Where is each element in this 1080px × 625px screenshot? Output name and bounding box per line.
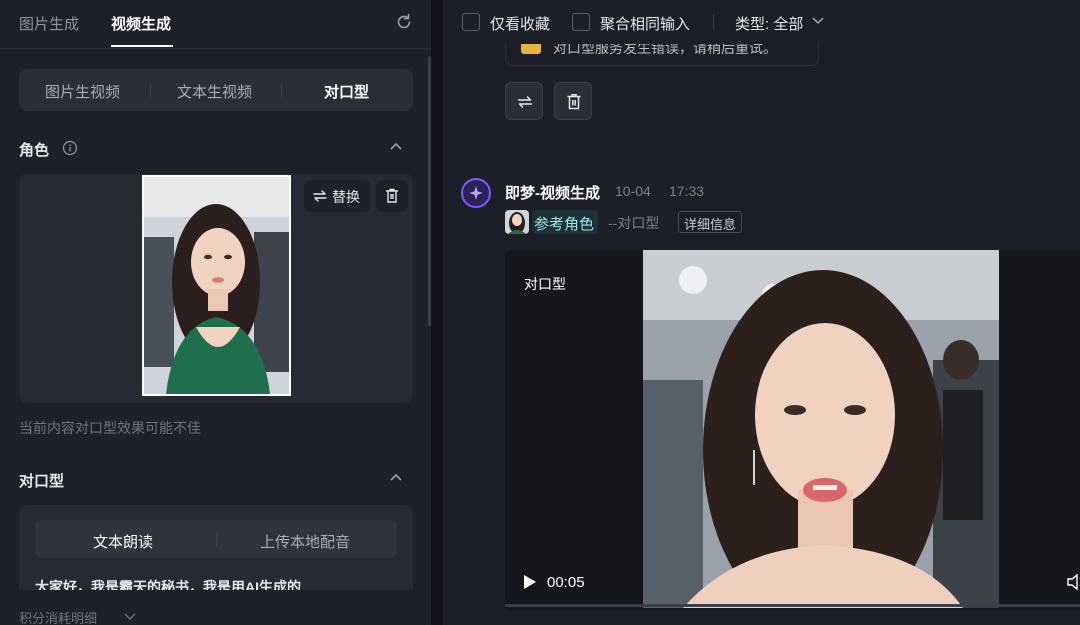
right-panel: 仅看收藏 聚合相同输入 类型: 全部 对口型服务发生错误，请稍后重试。 即梦-视… xyxy=(443,0,1080,625)
mode-separator xyxy=(150,83,151,97)
message-date: 10-04 xyxy=(615,183,651,199)
footer: 积分消耗明细 xyxy=(0,590,431,625)
favorites-label[interactable]: 仅看收藏 xyxy=(490,13,550,34)
tab-image-generation[interactable]: 图片生成 xyxy=(19,13,79,34)
tab-active-indicator xyxy=(111,45,173,47)
app-root: 图片生成 视频生成 图片生视频 文本生视频 对口型 角色 替换 当前内容对口型效… xyxy=(0,0,1080,625)
info-icon[interactable] xyxy=(62,140,78,156)
trash-icon xyxy=(386,188,398,203)
chevron-up-icon[interactable] xyxy=(389,142,403,152)
reference-mode: --对口型 xyxy=(608,215,660,231)
reference-image xyxy=(505,210,529,234)
trash-icon xyxy=(567,94,581,110)
video-progress-bar[interactable] xyxy=(505,604,1080,607)
lip-source-tabs: 文本朗读 上传本地配音 xyxy=(35,520,397,558)
details-button[interactable]: 详细信息 xyxy=(678,211,743,233)
favorites-checkbox[interactable] xyxy=(462,13,480,31)
merge-checkbox[interactable] xyxy=(572,13,590,31)
portrait-image xyxy=(144,177,289,394)
left-panel: 图片生成 视频生成 图片生视频 文本生视频 对口型 角色 替换 当前内容对口型效… xyxy=(0,0,431,625)
mode-tab-image-to-video[interactable]: 图片生视频 xyxy=(45,81,120,102)
filter-bar: 仅看收藏 聚合相同输入 类型: 全部 xyxy=(443,0,1080,44)
dreamina-avatar xyxy=(461,178,491,208)
filter-separator xyxy=(713,14,714,30)
video-image xyxy=(643,250,999,608)
mode-segmented-control: 图片生视频 文本生视频 对口型 xyxy=(19,69,413,111)
reference-thumbnail[interactable] xyxy=(505,210,529,234)
chevron-up-icon[interactable] xyxy=(389,473,403,483)
play-icon[interactable] xyxy=(523,574,537,590)
regenerate-button[interactable] xyxy=(505,82,543,120)
message-title: 即梦-视频生成 xyxy=(505,185,600,202)
swap-icon xyxy=(313,190,327,202)
chevron-down-icon[interactable] xyxy=(124,613,136,621)
delete-result-button[interactable] xyxy=(554,82,592,120)
message-time: 17:33 xyxy=(669,183,705,199)
merge-label[interactable]: 聚合相同输入 xyxy=(600,13,690,34)
panel-divider[interactable] xyxy=(431,0,443,625)
video-frame xyxy=(643,250,999,608)
video-player[interactable]: 对口型 00:05 xyxy=(505,250,1080,610)
refresh-icon[interactable] xyxy=(394,12,414,32)
swap-icon xyxy=(517,96,533,108)
points-detail-link[interactable]: 积分消耗明细 xyxy=(19,608,97,625)
tab-text-reading[interactable]: 文本朗读 xyxy=(93,531,153,552)
replace-button[interactable]: 替换 xyxy=(304,180,370,212)
tab-video-generation[interactable]: 视频生成 xyxy=(111,13,171,34)
delete-role-button[interactable] xyxy=(376,180,408,212)
top-tabs: 图片生成 视频生成 xyxy=(0,0,431,49)
role-image[interactable] xyxy=(142,175,291,396)
mode-tab-lip-sync[interactable]: 对口型 xyxy=(324,81,369,102)
lip-sync-warning: 当前内容对口型效果可能不佳 xyxy=(19,420,201,436)
mode-tab-text-to-video[interactable]: 文本生视频 xyxy=(177,81,252,102)
lip-section-title: 对口型 xyxy=(19,473,65,490)
type-filter-dropdown[interactable]: 类型: 全部 xyxy=(735,13,803,34)
mode-separator xyxy=(281,83,282,97)
replace-label: 替换 xyxy=(332,189,360,205)
reference-role-chip[interactable]: 参考角色 xyxy=(532,210,598,234)
tab-upload-audio[interactable]: 上传本地配音 xyxy=(260,531,350,552)
sparkle-icon xyxy=(469,186,483,200)
role-section-title: 角色 xyxy=(19,142,50,159)
chevron-down-icon[interactable] xyxy=(812,17,824,25)
volume-icon[interactable] xyxy=(1067,574,1080,590)
video-timestamp: 00:05 xyxy=(547,574,585,591)
lip-tab-separator xyxy=(216,532,217,546)
video-mode-label: 对口型 xyxy=(524,276,566,292)
